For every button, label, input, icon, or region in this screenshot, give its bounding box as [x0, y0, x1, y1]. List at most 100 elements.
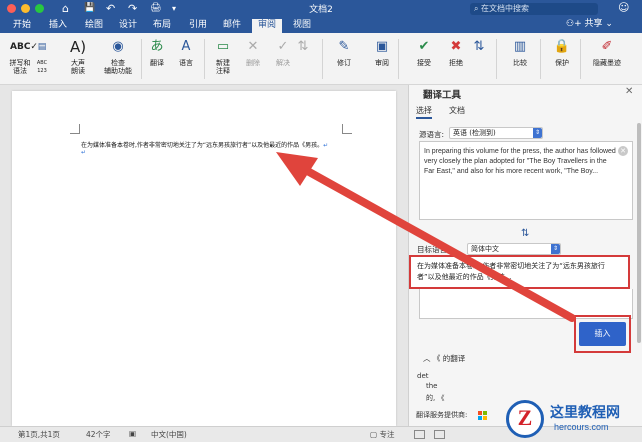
share-label: 共享: [584, 19, 603, 29]
share-button[interactable]: ⚇+ 共享 ⌄: [566, 18, 613, 31]
review-pane-button[interactable]: ▣ 审阅: [362, 37, 402, 67]
reject-label: 拒绝: [449, 59, 463, 67]
title-bar: ⌂ 💾 ↶ ↷ 🖨 ▾ 文档2 ⌕ 在文档中搜索 ☺: [0, 0, 642, 17]
paragraph-mark-icon: ↵: [323, 142, 329, 149]
review-pane-icon: ▣: [375, 39, 389, 54]
ribbon-separator: [580, 39, 581, 79]
source-text: In preparing this volume for the press, …: [424, 148, 616, 175]
hide-ink-button[interactable]: ✐ 隐藏墨迹: [584, 37, 630, 67]
provider-label: 翻译服务提供商:: [416, 411, 468, 419]
search-placeholder: 在文档中搜索: [481, 4, 530, 13]
margin-mark: [342, 124, 352, 134]
tab-selection[interactable]: 选择: [416, 105, 432, 119]
tab-design[interactable]: 设计: [116, 19, 140, 33]
chevron-down-icon: ⇕: [533, 128, 542, 138]
accept-icon: ✔: [418, 39, 430, 54]
document-canvas[interactable]: 在为媒体准备本卷时,作者非常密切地关注了为“远东男孩旅行者”以及他最近的作品《男…: [0, 85, 408, 426]
margin-mark: [70, 124, 80, 134]
dictionary-entry: 的, 《: [426, 394, 445, 402]
resolve-label: 解决: [276, 59, 290, 67]
arrows-icon: ⇅: [297, 39, 309, 54]
language-button[interactable]: A 语言: [166, 37, 206, 67]
dictionary-heading-text: 《 的翻译: [432, 354, 466, 363]
insert-button[interactable]: 插入: [579, 322, 626, 346]
swap-languages-icon[interactable]: ⇅: [521, 228, 529, 239]
target-language-select[interactable]: 简体中文 ⇕: [467, 243, 561, 255]
language-label: 语言: [179, 59, 193, 67]
new-comment-icon: ▭: [216, 39, 230, 54]
read-aloud-icon: A): [69, 38, 87, 56]
chevron-up-icon: ︿: [423, 354, 433, 363]
microsoft-logo-icon: [478, 411, 487, 420]
feedback-icon[interactable]: ☺: [618, 1, 629, 14]
reject-icon: ✖: [450, 39, 462, 54]
page-count[interactable]: 第1页,共1页: [18, 429, 60, 440]
track-changes-button[interactable]: ✎ 修订: [324, 37, 364, 67]
read-aloud-button[interactable]: A) 大声 朗读: [58, 37, 98, 75]
source-text-field[interactable]: In preparing this volume for the press, …: [419, 141, 633, 220]
print-layout-icon[interactable]: [414, 430, 425, 439]
source-language-select[interactable]: 英语 (检测到) ⇕: [449, 127, 543, 139]
clear-icon[interactable]: ✕: [618, 146, 628, 156]
paragraph-mark-icon: ↵: [81, 149, 87, 156]
tab-insert[interactable]: 插入: [46, 19, 70, 33]
source-language-label: 源语言:: [419, 130, 445, 139]
word-count-button[interactable]: ▤ ABC 123: [26, 37, 58, 75]
dictionary-heading[interactable]: ︿ 《 的翻译: [423, 353, 465, 364]
hide-ink-icon: ✐: [601, 39, 613, 54]
word-count[interactable]: 42个字: [86, 429, 111, 440]
document-page[interactable]: 在为媒体准备本卷时,作者非常密切地关注了为“远东男孩旅行者”以及他最近的作品《男…: [12, 91, 396, 426]
tab-document[interactable]: 文档: [449, 105, 465, 116]
focus-button[interactable]: ▢ 专注: [370, 429, 394, 440]
read-aloud-label: 大声 朗读: [71, 59, 85, 75]
close-icon[interactable]: ✕: [625, 86, 633, 97]
word-count-icon: ▤: [37, 42, 47, 52]
comment-nav-button[interactable]: ⇅: [290, 37, 316, 59]
check-accessibility-label: 检查 辅助功能: [104, 59, 132, 75]
lock-icon: 🔒: [553, 39, 571, 54]
document-text[interactable]: 在为媒体准备本卷时,作者非常密切地关注了为“远东男孩旅行者”以及他最近的作品《男…: [81, 140, 328, 156]
tab-references[interactable]: 引用: [186, 19, 210, 33]
panel-title: 翻译工具: [423, 90, 462, 101]
change-nav-button[interactable]: ⇅: [466, 37, 492, 59]
track-changes-label: 修订: [337, 59, 351, 67]
add-person-icon: ⚇+: [566, 19, 585, 29]
focus-label: 专注: [379, 430, 395, 439]
tab-view[interactable]: 视图: [290, 19, 314, 33]
translator-panel: 翻译工具 ✕ 选择 文档 源语言: 英语 (检测到) ⇕ In preparin…: [408, 85, 642, 426]
track-changes-icon: ✎: [338, 39, 350, 54]
protect-label: 保护: [555, 59, 569, 67]
panel-scrollbar[interactable]: [637, 123, 641, 343]
language-status[interactable]: 中文(中国): [151, 429, 187, 440]
tab-review[interactable]: 审阅: [252, 19, 282, 33]
review-pane-label: 审阅: [375, 59, 389, 67]
translate-icon: あ: [150, 39, 164, 54]
ribbon-separator: [540, 39, 541, 79]
protect-button[interactable]: 🔒 保护: [542, 37, 582, 67]
hide-ink-label: 隐藏墨迹: [593, 59, 621, 67]
proofing-icon[interactable]: ▣: [129, 429, 136, 438]
tab-mailings[interactable]: 邮件: [220, 19, 244, 33]
compare-icon: ▥: [513, 39, 527, 54]
tab-layout[interactable]: 布局: [150, 19, 174, 33]
target-language-value: 简体中文: [471, 245, 499, 253]
source-language-value: 英语 (检测到): [453, 129, 496, 137]
search-input[interactable]: ⌕ 在文档中搜索: [470, 3, 598, 15]
word-count-label: ABC 123: [36, 60, 48, 74]
tab-draw[interactable]: 绘图: [82, 19, 106, 33]
watermark-name: 这里教程网: [550, 405, 620, 421]
check-accessibility-button[interactable]: ◉ 检查 辅助功能: [96, 37, 140, 75]
insert-highlight: 插入: [574, 315, 631, 353]
delete-comment-icon: ✕: [247, 39, 259, 54]
arrows-icon: ⇅: [473, 39, 485, 54]
dictionary-entry: det: [417, 372, 429, 380]
chevron-down-icon: ⇕: [551, 244, 560, 254]
compare-button[interactable]: ▥ 比较: [500, 37, 540, 67]
ribbon-separator: [398, 39, 399, 79]
target-text-field[interactable]: 在为媒体准备本卷时,作者非常密切地关注了为“远东男孩旅行者”以及他最近的作品《男…: [409, 255, 630, 289]
search-icon: ⌕: [474, 4, 482, 13]
dictionary-entry: the: [426, 382, 438, 390]
web-layout-icon[interactable]: [434, 430, 445, 439]
site-watermark: Z 这里教程网 hercours.com: [500, 398, 642, 442]
tab-home[interactable]: 开始: [10, 19, 34, 33]
